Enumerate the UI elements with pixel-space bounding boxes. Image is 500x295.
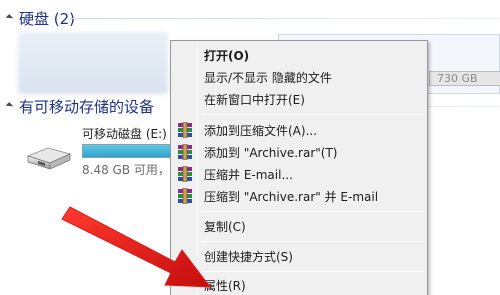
- usb-drive-icon[interactable]: [26, 136, 72, 176]
- section-divider: [70, 18, 500, 19]
- context-menu: 打开(O) 显示/不显示 隐藏的文件 在新窗口中打开(E) 添加到压缩文件(A)…: [170, 40, 428, 295]
- collapse-triangle-icon[interactable]: [5, 14, 14, 22]
- menu-separator: [201, 271, 424, 272]
- menu-item-copy[interactable]: 复制(C): [173, 215, 425, 237]
- section-hdd-label: 硬盘 (2): [19, 9, 76, 28]
- menu-separator: [201, 241, 424, 242]
- section-header-removable[interactable]: 有可移动存储的设备: [0, 95, 154, 117]
- menu-item-add-to-archive-rar[interactable]: 添加到 "Archive.rar"(T): [173, 141, 425, 163]
- menu-item-label: 添加到 "Archive.rar"(T): [204, 145, 338, 160]
- winrar-icon: [178, 166, 192, 182]
- menu-item-compress-rar-email[interactable]: 压缩到 "Archive.rar" 并 E-mail: [173, 185, 425, 207]
- usb-drive-name[interactable]: 可移动磁盘 (E:): [82, 125, 167, 142]
- menu-item-label: 打开(O): [204, 48, 250, 63]
- collapse-triangle-icon[interactable]: [5, 102, 14, 110]
- winrar-icon: [178, 122, 192, 138]
- menu-item-label: 压缩并 E-mail...: [204, 167, 293, 182]
- menu-item-label: 复制(C): [204, 219, 246, 234]
- section-header-hdd[interactable]: 硬盘 (2): [0, 7, 75, 29]
- menu-item-add-to-archive[interactable]: 添加到压缩文件(A)...: [173, 119, 425, 141]
- menu-item-label: 创建快捷方式(S): [204, 249, 293, 264]
- menu-item-create-shortcut[interactable]: 创建快捷方式(S): [173, 245, 425, 267]
- menu-item-label: 显示/不显示 隐藏的文件: [204, 70, 332, 85]
- section-removable-label: 有可移动存储的设备: [19, 97, 155, 116]
- menu-item-label: 在新窗口中打开(E): [204, 92, 305, 107]
- menu-item-compress-email[interactable]: 压缩并 E-mail...: [173, 163, 425, 185]
- winrar-icon: [178, 144, 192, 160]
- usb-capacity-bar: [82, 144, 174, 158]
- menu-item-label: 添加到压缩文件(A)...: [204, 123, 318, 138]
- drive-tile-c[interactable]: [18, 32, 168, 94]
- usb-free-space: 8.48 GB 可用，: [82, 163, 170, 177]
- menu-item-label: 属性(R): [204, 278, 246, 293]
- menu-item-label: 压缩到 "Archive.rar" 并 E-mail: [204, 189, 379, 204]
- usb-capacity-fill: [83, 145, 173, 157]
- menu-separator: [201, 114, 424, 115]
- drive-d-free-text: 730 GB: [437, 72, 478, 85]
- menu-item-open[interactable]: 打开(O): [173, 44, 425, 66]
- menu-item-properties[interactable]: 属性(R): [173, 274, 425, 295]
- menu-item-toggle-hidden[interactable]: 显示/不显示 隐藏的文件: [173, 66, 425, 88]
- menu-item-open-new-window[interactable]: 在新窗口中打开(E): [173, 88, 425, 110]
- menu-separator: [201, 211, 424, 212]
- winrar-icon: [178, 188, 192, 204]
